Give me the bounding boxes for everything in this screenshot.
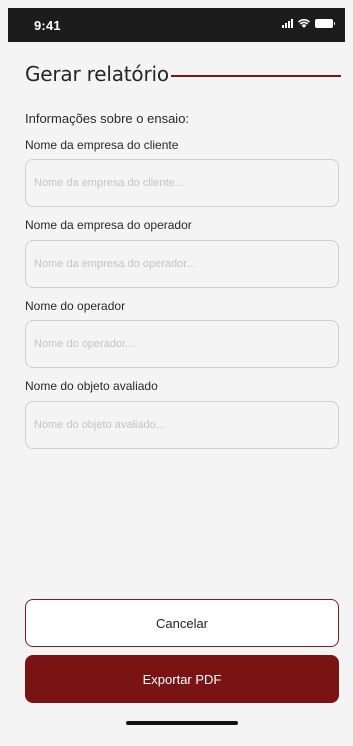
cellular-signal-icon [282, 19, 293, 28]
operator-name-input[interactable] [25, 320, 339, 368]
evaluated-object-input[interactable] [25, 401, 339, 449]
cancel-button[interactable]: Cancelar [25, 599, 339, 647]
operator-name-label: Nome do operador [25, 299, 126, 313]
page-title: Gerar relatório [25, 62, 169, 86]
client-company-label: Nome da empresa do cliente [25, 138, 179, 152]
title-divider [171, 75, 341, 77]
export-pdf-button[interactable]: Exportar PDF [25, 655, 339, 703]
status-time: 9:41 [34, 18, 61, 33]
home-indicator [126, 721, 238, 725]
section-label: Informações sobre o ensaio: [25, 111, 190, 126]
status-icons [282, 19, 335, 28]
operator-company-label: Nome da empresa do operador [25, 218, 192, 232]
client-company-input[interactable] [25, 159, 339, 207]
export-pdf-button-label: Exportar PDF [142, 671, 222, 687]
screen: 9:41 Gerar relatório Informações sobre o… [0, 0, 353, 746]
status-bar: 9:41 [8, 8, 345, 42]
evaluated-object-label: Nome do objeto avaliado [25, 379, 158, 393]
battery-icon [315, 19, 335, 28]
cancel-button-label: Cancelar [155, 615, 209, 631]
operator-company-input[interactable] [25, 240, 339, 288]
wifi-icon [298, 19, 310, 28]
